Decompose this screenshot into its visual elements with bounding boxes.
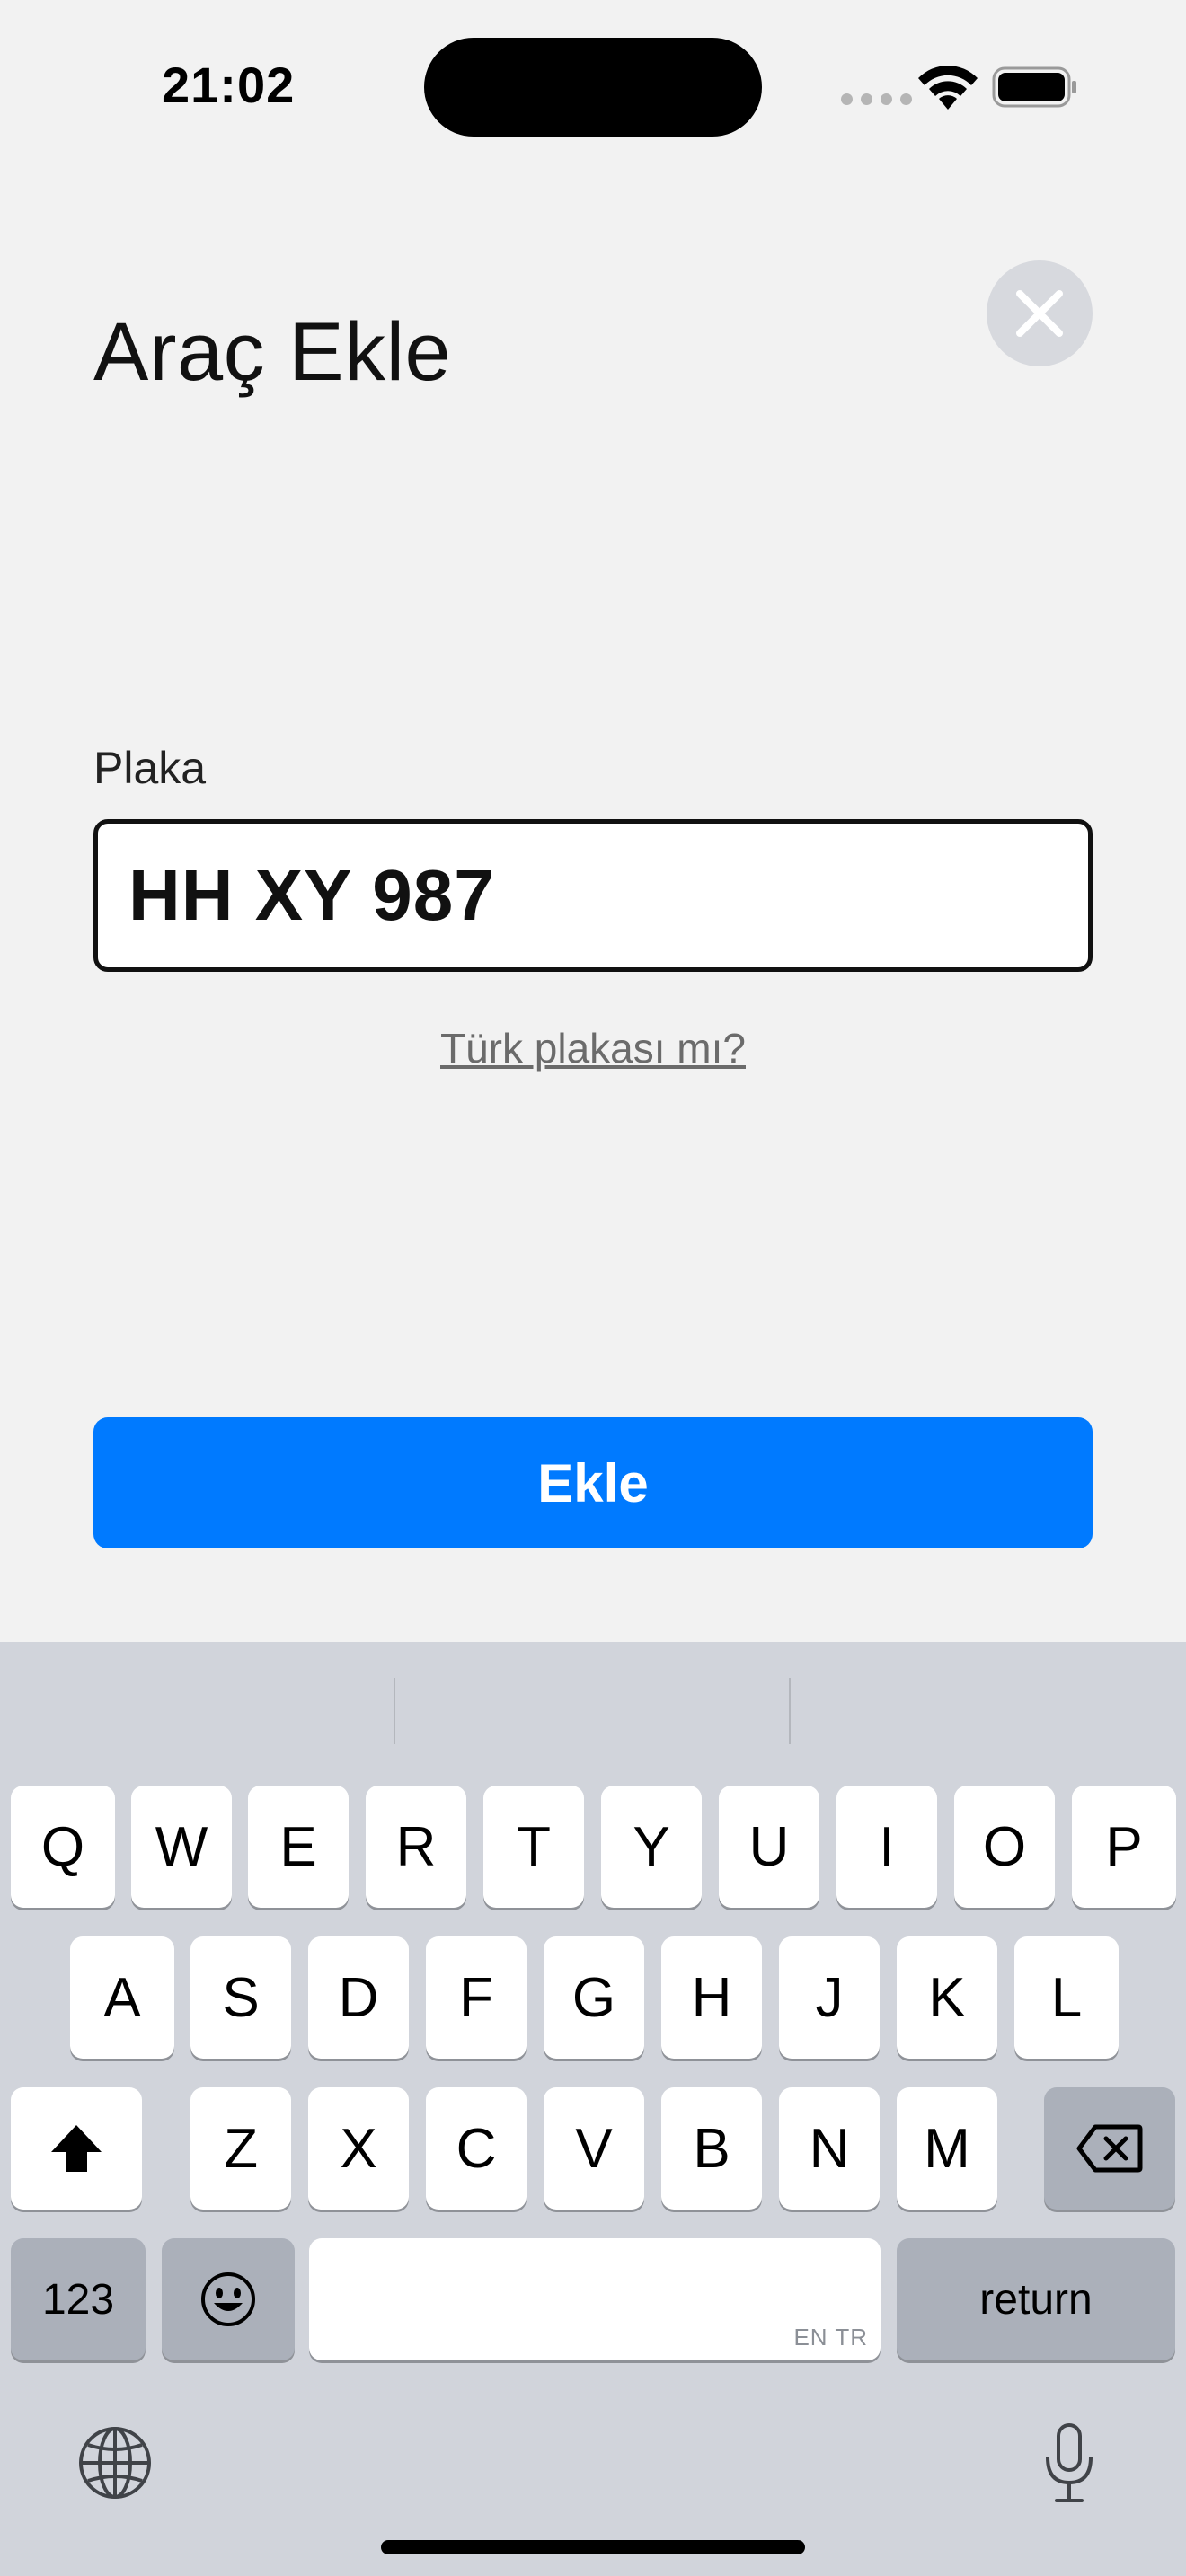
emoji-key[interactable] — [162, 2238, 295, 2360]
key-c[interactable]: C — [426, 2087, 527, 2210]
turkish-plate-link[interactable]: Türk plakası mı? — [0, 1024, 1186, 1072]
battery-icon — [992, 66, 1076, 108]
dynamic-island — [424, 38, 762, 137]
suggestion-divider — [394, 1678, 395, 1744]
key-f[interactable]: F — [426, 1936, 527, 2059]
key-h[interactable]: H — [661, 1936, 762, 2059]
microphone-icon[interactable] — [1042, 2422, 1096, 2504]
page-title: Araç Ekle — [93, 306, 452, 398]
plate-input[interactable] — [93, 819, 1093, 972]
status-time: 21:02 — [162, 57, 296, 113]
key-l[interactable]: L — [1014, 1936, 1119, 2059]
key-r[interactable]: R — [366, 1786, 466, 1908]
signal-bars-icon — [841, 93, 912, 105]
key-o[interactable]: O — [954, 1786, 1055, 1908]
space-language-label: EN TR — [793, 2324, 868, 2351]
key-j[interactable]: J — [779, 1936, 880, 2059]
key-d[interactable]: D — [308, 1936, 409, 2059]
key-g[interactable]: G — [544, 1936, 644, 2059]
key-y[interactable]: Y — [601, 1786, 702, 1908]
key-m[interactable]: M — [897, 2087, 997, 2210]
close-button[interactable] — [987, 260, 1093, 366]
space-key[interactable]: EN TR — [309, 2238, 881, 2360]
key-i[interactable]: I — [836, 1786, 937, 1908]
key-b[interactable]: B — [661, 2087, 762, 2210]
return-key[interactable]: return — [897, 2238, 1175, 2360]
numbers-key[interactable]: 123 — [11, 2238, 146, 2360]
wifi-icon — [918, 66, 978, 110]
key-u[interactable]: U — [719, 1786, 819, 1908]
key-k[interactable]: K — [897, 1936, 997, 2059]
add-button[interactable]: Ekle — [93, 1417, 1093, 1548]
key-s[interactable]: S — [190, 1936, 291, 2059]
plate-label: Plaka — [93, 743, 207, 793]
globe-icon[interactable] — [77, 2425, 153, 2501]
key-t[interactable]: T — [483, 1786, 584, 1908]
home-indicator — [381, 2540, 805, 2554]
key-w[interactable]: W — [131, 1786, 232, 1908]
shift-icon — [51, 2125, 102, 2172]
emoji-icon — [201, 2272, 255, 2326]
key-n[interactable]: N — [779, 2087, 880, 2210]
key-v[interactable]: V — [544, 2087, 644, 2210]
key-x[interactable]: X — [308, 2087, 409, 2210]
key-q[interactable]: Q — [11, 1786, 115, 1908]
delete-icon — [1076, 2124, 1143, 2173]
delete-key[interactable] — [1044, 2087, 1175, 2210]
key-a[interactable]: A — [70, 1936, 174, 2059]
key-p[interactable]: P — [1072, 1786, 1176, 1908]
key-e[interactable]: E — [248, 1786, 349, 1908]
suggestion-divider — [789, 1678, 791, 1744]
close-icon — [1016, 290, 1063, 337]
key-z[interactable]: Z — [190, 2087, 291, 2210]
shift-key[interactable] — [11, 2087, 142, 2210]
